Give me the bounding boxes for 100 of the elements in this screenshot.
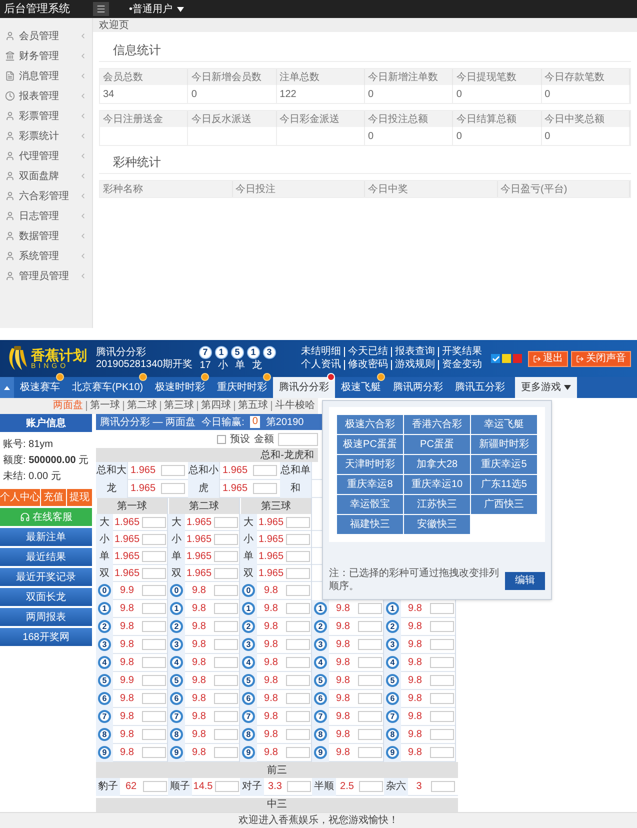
sound-button[interactable]: 关闭声音 — [571, 350, 631, 366]
bet-input[interactable] — [142, 550, 166, 562]
bet-input[interactable] — [286, 711, 310, 722]
bet-input[interactable] — [142, 711, 166, 722]
sidebar-item[interactable]: 代理管理 — [0, 146, 92, 166]
sidebar-item[interactable]: 系统管理 — [0, 246, 92, 266]
sidebar-item[interactable]: 数据管理 — [0, 226, 92, 246]
bet-input[interactable] — [358, 675, 382, 686]
edit-button[interactable]: 编辑 — [505, 572, 545, 590]
bet-input[interactable] — [214, 657, 238, 668]
theme-swatch[interactable] — [502, 354, 511, 363]
game-tab[interactable]: 极速时时彩 — [149, 377, 212, 398]
sidebar-item[interactable]: 双面盘牌 — [0, 166, 92, 186]
game-option[interactable]: 新疆时时彩 — [471, 435, 537, 454]
bet-input[interactable] — [286, 657, 310, 668]
header-link[interactable]: 开奖结果 — [438, 347, 485, 357]
bet-input[interactable] — [142, 585, 166, 596]
bet-input[interactable] — [431, 781, 455, 792]
game-option[interactable]: 香港六合彩 — [404, 415, 470, 434]
bet-input[interactable] — [286, 603, 310, 614]
game-tab[interactable]: 极速赛车 — [14, 377, 66, 398]
sidebar-item[interactable]: 消息管理 — [0, 66, 92, 86]
bet-input[interactable] — [215, 781, 239, 792]
bet-input[interactable] — [286, 729, 310, 740]
bet-input[interactable] — [358, 729, 382, 740]
sidebar-item[interactable]: 财务管理 — [0, 46, 92, 66]
bet-input[interactable] — [430, 621, 454, 632]
subtab[interactable]: 斗牛梭哈 — [271, 401, 318, 412]
bet-input[interactable] — [253, 465, 277, 476]
sidebar-item[interactable]: 六合彩管理 — [0, 186, 92, 206]
collapse-button[interactable] — [0, 377, 14, 398]
subtab[interactable]: 第一球 — [86, 401, 123, 412]
bet-input[interactable] — [286, 639, 310, 650]
menu-button[interactable]: 最近开奖记录 — [0, 568, 92, 586]
header-link[interactable]: 资金变动 — [438, 360, 485, 370]
logout-button[interactable]: 退出 — [528, 350, 568, 366]
menu-icon[interactable] — [93, 2, 109, 16]
game-option[interactable]: 江苏快三 — [404, 495, 470, 514]
bet-input[interactable] — [214, 550, 238, 562]
game-tab[interactable]: 腾讯两分彩 — [387, 377, 450, 398]
bet-input[interactable] — [214, 639, 238, 650]
menu-button[interactable]: 两周报表 — [0, 608, 92, 626]
bet-input[interactable] — [430, 675, 454, 686]
bet-input[interactable] — [214, 603, 238, 614]
header-link[interactable]: 个人资讯 — [298, 360, 344, 370]
bet-input[interactable] — [287, 781, 311, 792]
bet-input[interactable] — [214, 675, 238, 686]
bet-input[interactable] — [214, 711, 238, 722]
bet-input[interactable] — [358, 621, 382, 632]
game-option[interactable]: 福建快三 — [337, 515, 403, 534]
game-option[interactable]: 广东11选5 — [471, 475, 537, 494]
bet-input[interactable] — [214, 516, 238, 528]
sidebar-item[interactable]: 报表管理 — [0, 86, 92, 106]
sidebar-item[interactable]: 管理员管理 — [0, 266, 92, 286]
theme-swatch[interactable] — [491, 354, 500, 363]
preset-checkbox[interactable] — [217, 434, 226, 444]
bet-input[interactable] — [430, 747, 454, 758]
bet-input[interactable] — [358, 639, 382, 650]
user-menu[interactable]: •普通用户 — [129, 2, 184, 16]
bet-input[interactable] — [142, 657, 166, 668]
bet-input[interactable] — [358, 747, 382, 758]
game-option[interactable]: 重庆幸运10 — [404, 475, 470, 494]
bet-input[interactable] — [358, 603, 382, 614]
bet-input[interactable] — [214, 693, 238, 704]
game-tab[interactable]: 北京赛车(PK10) — [66, 377, 150, 398]
bet-input[interactable] — [142, 693, 166, 704]
game-option[interactable]: 安徽快三 — [404, 515, 470, 534]
bet-input[interactable] — [214, 621, 238, 632]
game-option[interactable]: 天津时时彩 — [337, 455, 403, 474]
bet-input[interactable] — [142, 675, 166, 686]
header-link[interactable]: 今天已结 — [344, 347, 391, 357]
game-option[interactable]: PC蛋蛋 — [404, 435, 470, 454]
subtab[interactable]: 第四球 — [197, 401, 234, 412]
bet-input[interactable] — [142, 621, 166, 632]
bet-input[interactable] — [286, 693, 310, 704]
sidebar-item[interactable]: 日志管理 — [0, 206, 92, 226]
header-link[interactable]: 修改密码 — [344, 360, 391, 370]
bet-input[interactable] — [214, 729, 238, 740]
bet-input[interactable] — [430, 693, 454, 704]
header-link[interactable]: 未结明细 — [298, 347, 344, 357]
menu-button[interactable]: 168开奖网 — [0, 628, 92, 646]
subtab[interactable]: 第二球 — [123, 401, 160, 412]
sidebar-item[interactable]: 会员管理 — [0, 26, 92, 46]
bet-input[interactable] — [214, 747, 238, 758]
bet-input[interactable] — [142, 516, 166, 528]
bet-input[interactable] — [286, 550, 310, 562]
bet-input[interactable] — [142, 639, 166, 650]
bet-input[interactable] — [286, 747, 310, 758]
bet-input[interactable] — [142, 568, 166, 578]
bet-input[interactable] — [214, 534, 238, 544]
game-tab[interactable]: 极速飞艇 — [335, 377, 388, 398]
breadcrumb[interactable]: 欢迎页 — [99, 18, 129, 32]
header-link[interactable]: 游戏规则 — [391, 360, 438, 370]
theme-swatch[interactable] — [513, 354, 522, 363]
game-option[interactable]: 幸运飞艇 — [471, 415, 537, 434]
sidebar-item[interactable]: 彩票管理 — [0, 106, 92, 126]
more-games-tab[interactable]: 更多游戏 — [515, 377, 578, 398]
menu-button[interactable]: 最近结果 — [0, 548, 92, 566]
game-tab[interactable]: 腾讯五分彩 — [449, 377, 512, 398]
bet-input[interactable] — [286, 621, 310, 632]
